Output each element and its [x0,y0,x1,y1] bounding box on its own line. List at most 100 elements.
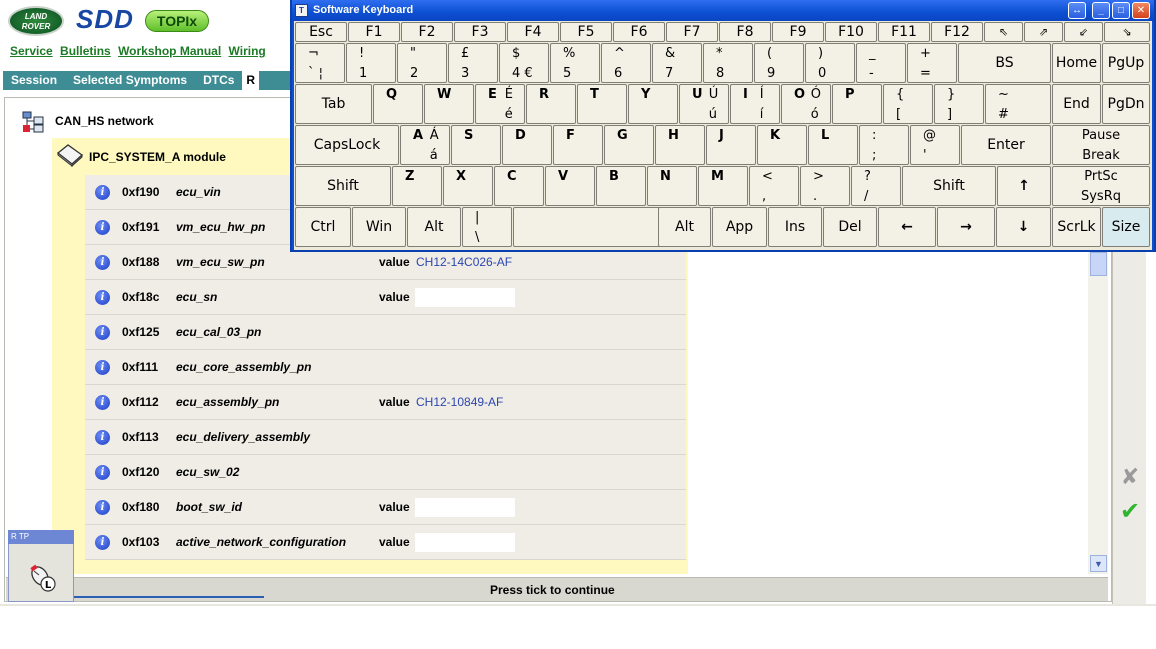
left-arrow-icon[interactable]: ← [878,207,936,247]
key-pipe[interactable]: | \ [462,207,512,247]
key-5[interactable]: % 5 [550,43,600,83]
arrow-downleft-icon[interactable]: ⇙ [1064,22,1103,42]
resize-arrows-icon[interactable]: ↔ [1068,2,1086,19]
key-z[interactable]: Z [392,166,442,206]
key-f1[interactable]: F1 [348,22,400,42]
topix-button[interactable]: TOPIx [145,10,209,32]
up-arrow-icon[interactable]: ↑ [997,166,1051,206]
key-del[interactable]: Del [823,207,877,247]
key-capslock[interactable]: CapsLock [295,125,399,165]
key-y[interactable]: Y [628,84,678,124]
list-item[interactable]: i 0xf125 ecu_cal_03_pn [85,315,686,350]
key-f6[interactable]: F6 [613,22,665,42]
key-end[interactable]: End [1052,84,1101,124]
key-comma[interactable]: <, [749,166,799,206]
key-u[interactable]: UÚú [679,84,729,124]
list-item[interactable]: i 0xf18c ecu_sn value [85,280,686,315]
tab-r[interactable]: R [242,71,260,90]
key-t[interactable]: T [577,84,627,124]
key-7[interactable]: & 7 [652,43,702,83]
info-icon[interactable]: i [95,395,110,410]
key-app[interactable]: App [712,207,767,247]
key-f3[interactable]: F3 [454,22,506,42]
key-equals[interactable]: + = [907,43,957,83]
nav-link-bulletins[interactable]: Bulletins [60,44,111,58]
key-n[interactable]: N [647,166,697,206]
key-f10[interactable]: F10 [825,22,877,42]
scroll-down-icon[interactable]: ▼ [1090,555,1107,572]
info-icon[interactable]: i [95,325,110,340]
key-pause-break[interactable]: Pause Break [1052,125,1150,165]
key-q[interactable]: Q [373,84,423,124]
key-a[interactable]: AÁá [400,125,450,165]
key-s[interactable]: S [451,125,501,165]
info-icon[interactable]: i [95,185,110,200]
tab-selected-symptoms[interactable]: Selected Symptoms [65,71,195,90]
arrow-downright-icon[interactable]: ⇘ [1104,22,1150,42]
down-arrow-icon[interactable]: ↓ [996,207,1051,247]
key-l[interactable]: L [808,125,858,165]
tab-session[interactable]: Session [3,71,65,90]
key-enter[interactable]: Enter [961,125,1051,165]
key-4[interactable]: $4 € [499,43,549,83]
tab-dtcs[interactable]: DTCs [195,71,242,90]
scrollbar-thumb[interactable] [1090,252,1107,276]
info-icon[interactable]: i [95,430,110,445]
key-i[interactable]: IÍí [730,84,780,124]
info-icon[interactable]: i [95,255,110,270]
key-hash[interactable]: ~ # [985,84,1051,124]
key-0[interactable]: ) 0 [805,43,855,83]
key-win[interactable]: Win [352,207,406,247]
key-d[interactable]: D [502,125,552,165]
key-1[interactable]: ! 1 [346,43,396,83]
close-icon[interactable]: ✕ [1132,2,1150,19]
info-icon[interactable]: i [95,360,110,375]
key-scrlk[interactable]: ScrLk [1052,207,1101,247]
key-j[interactable]: J [706,125,756,165]
key-right-brace[interactable]: }] [934,84,984,124]
key-f8[interactable]: F8 [719,22,771,42]
maximize-icon[interactable]: □ [1112,2,1130,19]
list-item[interactable]: i 0xf120 ecu_sw_02 [85,455,686,490]
key-3[interactable]: £3 [448,43,498,83]
key-left-brace[interactable]: {[ [883,84,933,124]
list-item[interactable]: i 0xf113 ecu_delivery_assembly [85,420,686,455]
info-icon[interactable]: i [95,220,110,235]
key-period[interactable]: >. [800,166,850,206]
key-esc[interactable]: Esc [295,22,347,42]
key-b[interactable]: B [596,166,646,206]
key-g[interactable]: G [604,125,654,165]
key-f4[interactable]: F4 [507,22,559,42]
key-left-shift[interactable]: Shift [295,166,391,206]
info-icon[interactable]: i [95,290,110,305]
key-9[interactable]: (9 [754,43,804,83]
key-home[interactable]: Home [1052,43,1101,83]
key-k[interactable]: K [757,125,807,165]
key-x[interactable]: X [443,166,493,206]
key-r[interactable]: R [526,84,576,124]
list-item[interactable]: i 0xf111 ecu_core_assembly_pn [85,350,686,385]
key-tab[interactable]: Tab [295,84,372,124]
key-f12[interactable]: F12 [931,22,983,42]
key-apostrophe[interactable]: @ ' [910,125,960,165]
key-m[interactable]: M [698,166,748,206]
arrow-upleft-icon[interactable]: ⇖ [984,22,1023,42]
info-icon[interactable]: i [95,535,110,550]
minimize-icon[interactable]: _ [1092,2,1110,19]
key-f5[interactable]: F5 [560,22,612,42]
info-icon[interactable]: i [95,500,110,515]
key-w[interactable]: W [424,84,474,124]
key-8[interactable]: * 8 [703,43,753,83]
key-f11[interactable]: F11 [878,22,930,42]
nav-link-wiring[interactable]: Wiring [229,44,266,58]
key-alt[interactable]: Alt [407,207,461,247]
key-pgdn[interactable]: PgDn [1102,84,1150,124]
right-arrow-icon[interactable]: → [937,207,995,247]
key-ins[interactable]: Ins [768,207,822,247]
key-f7[interactable]: F7 [666,22,718,42]
list-item[interactable]: i 0xf180 boot_sw_id value [85,490,686,525]
key-f[interactable]: F [553,125,603,165]
key-alt-gr[interactable]: Alt [658,207,711,247]
key-2[interactable]: " 2 [397,43,447,83]
info-icon[interactable]: i [95,465,110,480]
